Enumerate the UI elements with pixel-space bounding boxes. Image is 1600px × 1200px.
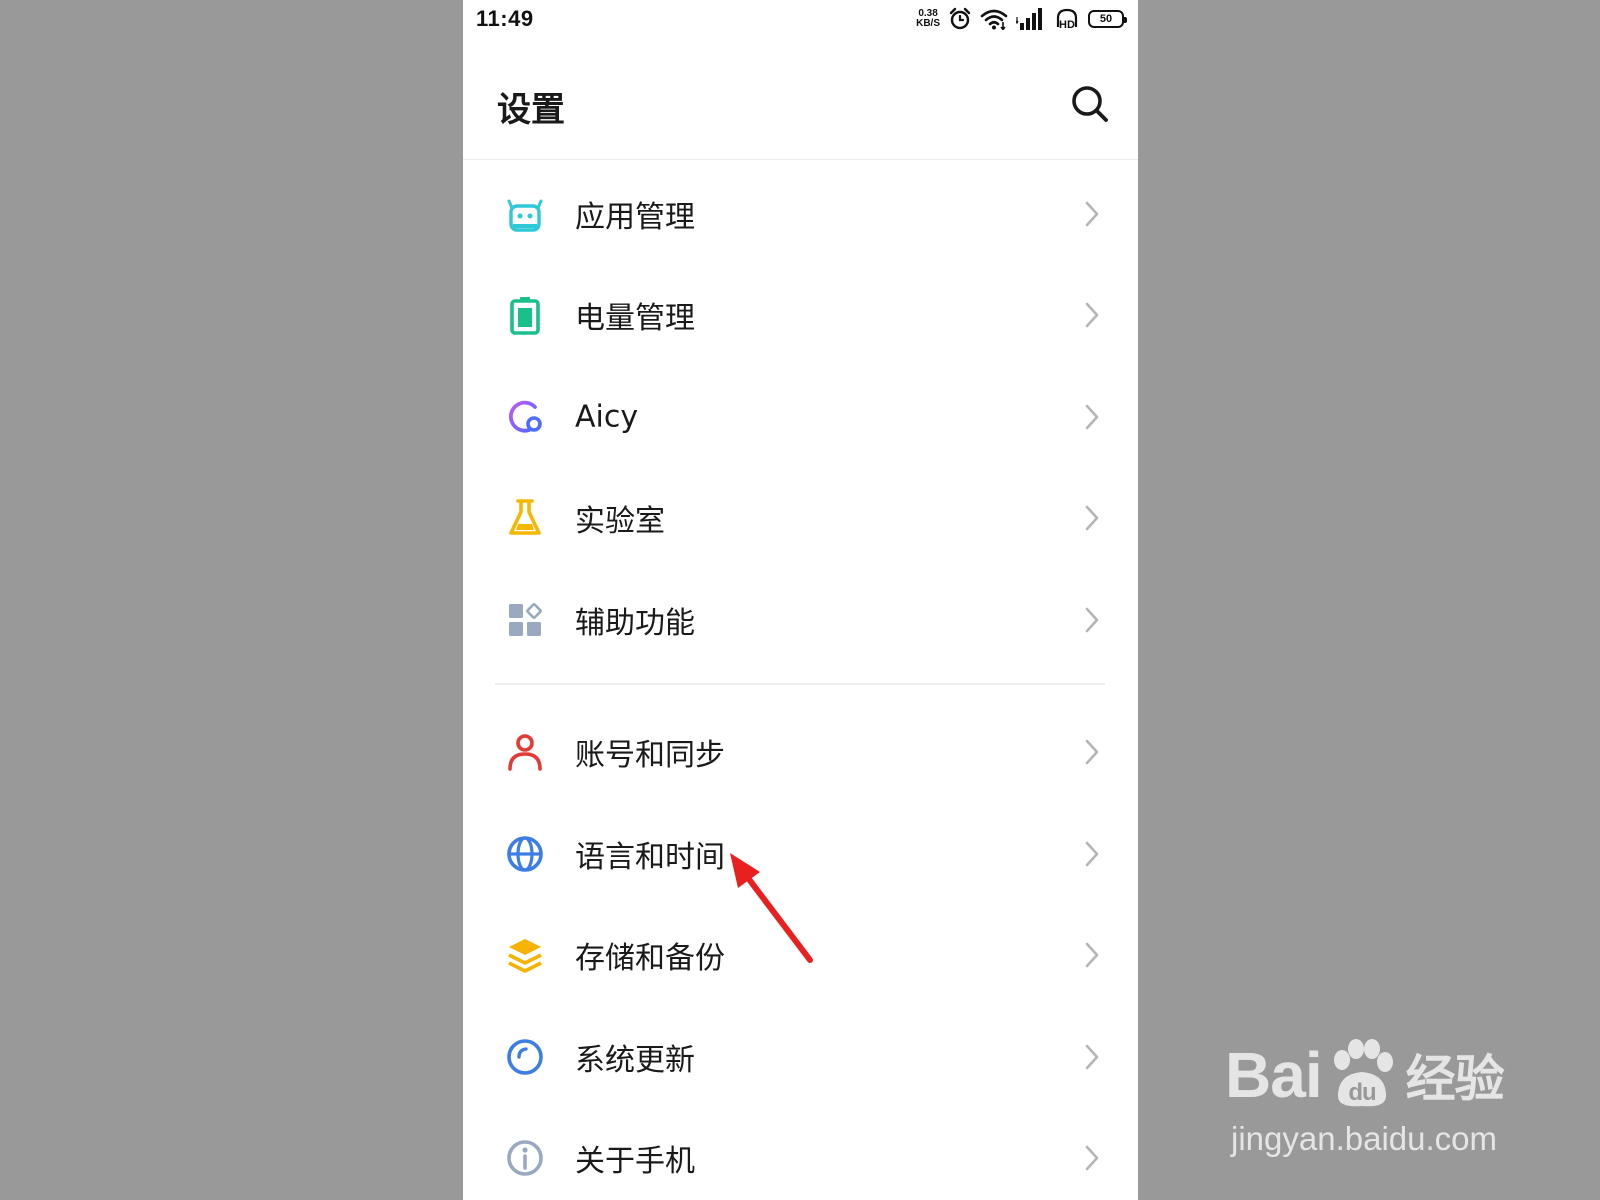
settings-item-aicy[interactable]: Aicy: [463, 366, 1138, 468]
baidu-jingyan-watermark: Bai du 经验 jingyan.baidu.com: [1225, 1018, 1525, 1178]
network-speed-unit: KB/S: [916, 18, 940, 29]
search-button[interactable]: [1068, 82, 1112, 126]
settings-item-lab[interactable]: 实验室: [463, 468, 1138, 570]
settings-item-battery-management[interactable]: 电量管理: [463, 265, 1138, 367]
flask-icon: [503, 496, 547, 540]
layers-icon: [503, 933, 547, 977]
watermark-brand: Bai du 经验: [1225, 1038, 1505, 1112]
chevron-right-icon: [1082, 1144, 1102, 1172]
info-icon: [503, 1136, 547, 1180]
battery-indicator: 50: [1088, 10, 1127, 28]
settings-item-label: 应用管理: [575, 199, 695, 235]
chevron-right-icon: [1082, 504, 1102, 532]
settings-item-label: 语言和时间: [575, 839, 725, 875]
settings-item-label: 账号和同步: [575, 738, 725, 774]
cellular-signal-icon: [1016, 8, 1042, 30]
settings-item-label: 关于手机: [575, 1144, 695, 1180]
chevron-right-icon: [1082, 200, 1102, 228]
phone-screen: 11:49 0.38 KB/S HD 50 设置 应用管理 电量管理 Aicy …: [463, 0, 1138, 1200]
search-icon[interactable]: [1070, 84, 1110, 124]
watermark-brand-left: Bai: [1225, 1039, 1323, 1111]
status-icons: 0.38 KB/S HD 50: [916, 6, 1127, 32]
settings-group-1: 应用管理 电量管理 Aicy 实验室 辅助功能: [463, 163, 1138, 671]
chevron-right-icon: [1082, 738, 1102, 766]
svg-text:du: du: [1348, 1079, 1376, 1106]
settings-item-accessibility[interactable]: 辅助功能: [463, 569, 1138, 671]
chevron-right-icon: [1082, 1043, 1102, 1071]
update-icon: [503, 1035, 547, 1079]
network-speed: 0.38 KB/S: [916, 9, 940, 29]
group-divider: [495, 682, 1105, 685]
settings-item-label: Aicy: [575, 399, 639, 435]
android-app-icon: [503, 192, 547, 236]
user-icon: [503, 730, 547, 774]
cellular-signal: [1016, 7, 1046, 31]
chevron-right-icon: [1082, 840, 1102, 868]
annotation-arrow-icon: [730, 853, 813, 963]
settings-item-about-phone[interactable]: 关于手机: [463, 1108, 1138, 1200]
chevron-right-icon: [1082, 301, 1102, 329]
settings-item-label: 辅助功能: [575, 605, 695, 641]
settings-item-app-management[interactable]: 应用管理: [463, 163, 1138, 265]
chevron-right-icon: [1082, 606, 1102, 634]
app-bar: 设置: [463, 42, 1138, 160]
battery-level: 50: [1099, 13, 1113, 25]
watermark-url: jingyan.baidu.com: [1231, 1120, 1497, 1157]
chevron-right-icon: [1082, 941, 1102, 969]
paw-logo-icon: du: [1333, 1039, 1393, 1107]
aicy-icon: [503, 395, 547, 439]
watermark-brand-right: 经验: [1405, 1050, 1505, 1108]
wifi-icon: [980, 9, 1008, 30]
settings-list: 应用管理 电量管理 Aicy 实验室 辅助功能 账号和同步 语言和时间 存储和备…: [463, 163, 1138, 1200]
settings-item-label: 存储和备份: [575, 941, 725, 977]
grid-icon: [503, 598, 547, 642]
settings-item-label: 系统更新: [575, 1042, 695, 1078]
status-time: 11:49: [476, 6, 534, 31]
hd-voice-icon: HD: [1056, 8, 1078, 31]
status-bar: 11:49 0.38 KB/S HD 50: [463, 0, 1138, 42]
settings-item-account-sync[interactable]: 账号和同步: [463, 702, 1138, 804]
battery-icon: [503, 293, 547, 337]
settings-item-system-update[interactable]: 系统更新: [463, 1006, 1138, 1108]
hd-label: HD: [1059, 19, 1075, 31]
alarm-icon: [949, 7, 971, 30]
screenshot-stage: 11:49 0.38 KB/S HD 50 设置 应用管理 电量管理 Aicy …: [0, 0, 1600, 1200]
settings-item-label: 电量管理: [575, 301, 695, 337]
page-title: 设置: [497, 90, 565, 130]
settings-item-label: 实验室: [575, 504, 665, 540]
globe-icon: [503, 832, 547, 876]
chevron-right-icon: [1082, 403, 1102, 431]
